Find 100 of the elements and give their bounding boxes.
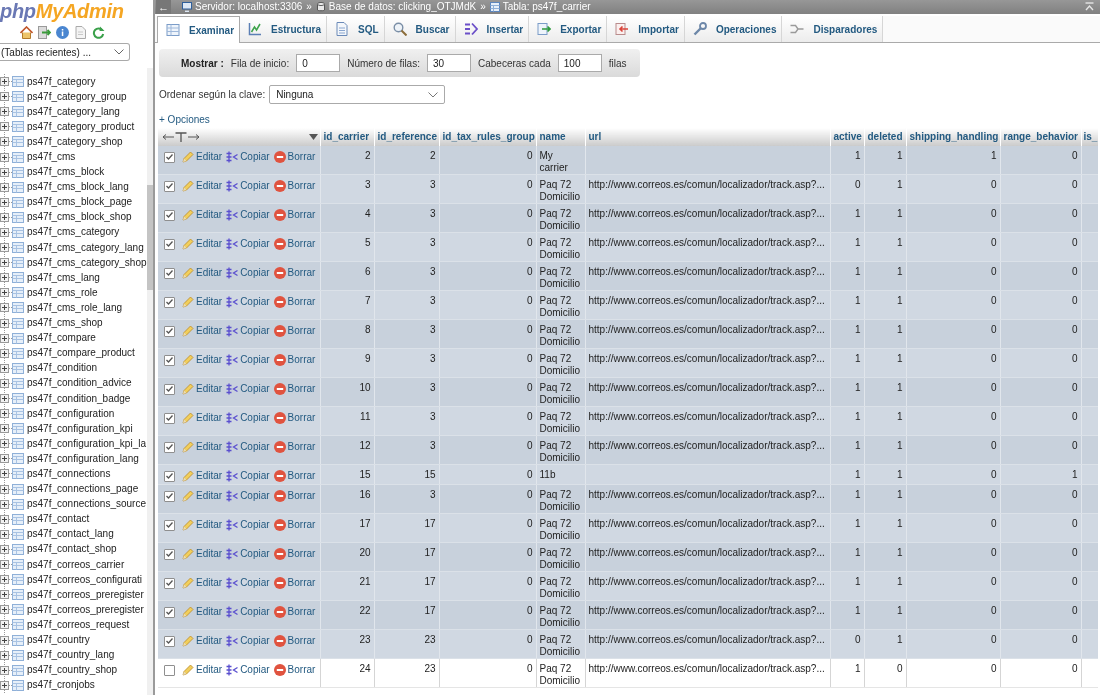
- delete-link[interactable]: Borrar: [273, 664, 316, 676]
- tab[interactable]: Exportar: [529, 16, 608, 42]
- delete-link[interactable]: Borrar: [273, 441, 316, 453]
- column-header[interactable]: range_behavior: [1000, 128, 1081, 146]
- copy-link[interactable]: Copiar: [226, 635, 270, 647]
- expand-icon[interactable]: [0, 605, 9, 615]
- copy-link[interactable]: Copiar: [226, 412, 270, 424]
- expand-icon[interactable]: [0, 529, 9, 539]
- table-row[interactable]: Editar Copiar Borrar 10 3 0 Paq 72 Domicilio http://www.correos.es/comun/localizador/track.asp?... 1 1 0 0: [158, 377, 1098, 407]
- expand-icon[interactable]: [0, 137, 9, 147]
- table-link[interactable]: ps47f_compare_product: [27, 347, 135, 360]
- expand-icon[interactable]: [0, 650, 9, 660]
- table-link[interactable]: ps47f_connections_source: [27, 498, 146, 511]
- row-checkbox[interactable]: [164, 606, 175, 618]
- row-checkbox[interactable]: [164, 441, 175, 453]
- table-row[interactable]: Editar Copiar Borrar 12 3 0 Paq 72 Domicilio http://www.correos.es/comun/localizador/track.asp?... 1 1 0 0: [158, 435, 1098, 465]
- delete-link[interactable]: Borrar: [273, 383, 316, 395]
- copy-link[interactable]: Copiar: [226, 606, 270, 618]
- edit-link[interactable]: Editar: [182, 635, 223, 647]
- expand-icon[interactable]: [0, 258, 9, 268]
- row-checkbox[interactable]: [164, 354, 175, 366]
- table-row[interactable]: Editar Copiar Borrar 17 17 0 Paq 72 Domicilio http://www.correos.es/comun/localizador/track.asp?... 1 1 0 0: [158, 513, 1098, 543]
- column-header[interactable]: id_carrier: [320, 128, 374, 146]
- table-link[interactable]: ps47f_cms_lang: [27, 271, 100, 284]
- table-link[interactable]: ps47f_condition: [27, 362, 98, 375]
- table-row[interactable]: Editar Copiar Borrar 7 3 0 Paq 72 Domicilio http://www.correos.es/comun/localizador/track.asp?... 1 1 0 0: [158, 290, 1098, 320]
- table-link[interactable]: ps47f_compare: [27, 332, 96, 345]
- edit-link[interactable]: Editar: [182, 383, 223, 395]
- copy-link[interactable]: Copiar: [226, 470, 270, 482]
- expand-icon[interactable]: [0, 499, 9, 509]
- row-checkbox[interactable]: [164, 296, 175, 308]
- table-link[interactable]: ps47f_cms_shop: [27, 317, 103, 330]
- table-link[interactable]: ps47f_cms_category_shop: [27, 256, 147, 269]
- table-row[interactable]: Editar Copiar Borrar 15 15 0 11b 1 1 0 1: [158, 464, 1098, 485]
- delete-link[interactable]: Borrar: [273, 180, 316, 192]
- app-logo[interactable]: phpMyAdmin: [0, 0, 124, 22]
- expand-icon[interactable]: [0, 424, 9, 434]
- expand-icon[interactable]: [0, 635, 9, 645]
- copy-link[interactable]: Copiar: [226, 441, 270, 453]
- expand-icon[interactable]: [0, 197, 9, 207]
- column-header[interactable]: id_tax_rules_group: [439, 128, 536, 146]
- row-checkbox[interactable]: [164, 470, 175, 482]
- delete-link[interactable]: Borrar: [273, 412, 316, 424]
- table-row[interactable]: Editar Copiar Borrar 22 17 0 Paq 72 Domicilio http://www.correos.es/comun/localizador/track.asp?... 1 1 0 0: [158, 600, 1098, 630]
- row-checkbox[interactable]: [164, 383, 175, 395]
- edit-link[interactable]: Editar: [182, 490, 223, 502]
- expand-icon[interactable]: [0, 303, 9, 313]
- table-link[interactable]: ps47f_category_product: [27, 120, 135, 133]
- table-link[interactable]: ps47f_country_shop: [27, 664, 118, 677]
- expand-icon[interactable]: [0, 575, 9, 585]
- edit-link[interactable]: Editar: [182, 519, 223, 531]
- table-link[interactable]: ps47f_correos_preregister: [27, 588, 144, 601]
- table-link[interactable]: ps47f_contact_lang: [27, 528, 114, 541]
- edit-link[interactable]: Editar: [182, 325, 223, 337]
- input-field[interactable]: 100: [557, 54, 602, 72]
- row-checkbox[interactable]: [164, 151, 175, 163]
- delete-link[interactable]: Borrar: [273, 296, 316, 308]
- edit-link[interactable]: Editar: [182, 238, 223, 250]
- expand-icon[interactable]: [0, 243, 9, 253]
- sort-key-select[interactable]: Ninguna: [269, 85, 446, 104]
- scrollbar[interactable]: [147, 68, 153, 695]
- copy-link[interactable]: Copiar: [226, 238, 270, 250]
- table-link[interactable]: ps47f_country_lang: [27, 649, 115, 662]
- expand-icon[interactable]: [0, 363, 9, 373]
- expand-icon[interactable]: [0, 77, 9, 87]
- expand-icon[interactable]: [0, 107, 9, 117]
- table-link[interactable]: ps47f_cms_category_lang: [27, 241, 144, 254]
- tab[interactable]: Insertar: [455, 16, 530, 42]
- edit-link[interactable]: Editar: [182, 267, 223, 279]
- row-checkbox[interactable]: [164, 412, 175, 424]
- reload-icon[interactable]: [92, 26, 105, 39]
- expand-icon[interactable]: [0, 348, 9, 358]
- expand-icon[interactable]: [0, 182, 9, 192]
- copy-link[interactable]: Copiar: [226, 664, 270, 676]
- table-link[interactable]: ps47f_category_group: [27, 90, 127, 103]
- table-link[interactable]: ps47f_cms_block: [27, 166, 105, 179]
- edit-link[interactable]: Editar: [182, 664, 223, 676]
- expand-icon[interactable]: [0, 544, 9, 554]
- delete-link[interactable]: Borrar: [273, 151, 316, 163]
- table-link[interactable]: ps47f_contact_shop: [27, 543, 117, 556]
- delete-link[interactable]: Borrar: [273, 325, 316, 337]
- expand-icon[interactable]: [0, 92, 9, 102]
- table-link[interactable]: ps47f_cms: [27, 151, 76, 163]
- expand-icon[interactable]: [0, 620, 9, 630]
- expand-icon[interactable]: [0, 439, 9, 449]
- edit-link[interactable]: Editar: [182, 151, 223, 163]
- expand-icon[interactable]: [0, 560, 9, 570]
- table-link[interactable]: ps47f_category_lang: [27, 105, 120, 118]
- table-link[interactable]: ps47f_correos_configurati: [27, 573, 143, 586]
- recent-tables-select[interactable]: (Tablas recientes) ...: [0, 43, 130, 61]
- table-link[interactable]: ps47f_correos_request: [27, 618, 130, 631]
- column-header[interactable]: shipping_handling: [906, 128, 1000, 146]
- expand-icon[interactable]: [0, 288, 9, 298]
- edit-link[interactable]: Editar: [182, 470, 223, 482]
- expand-icon[interactable]: [0, 680, 9, 690]
- table-row[interactable]: Editar Copiar Borrar 5 3 0 Paq 72 Domicilio http://www.correos.es/comun/localizador/track.asp?... 1 1 0 0: [158, 232, 1098, 262]
- edit-link[interactable]: Editar: [182, 180, 223, 192]
- delete-link[interactable]: Borrar: [273, 354, 316, 366]
- copy-link[interactable]: Copiar: [226, 209, 270, 221]
- copy-link[interactable]: Copiar: [226, 180, 270, 192]
